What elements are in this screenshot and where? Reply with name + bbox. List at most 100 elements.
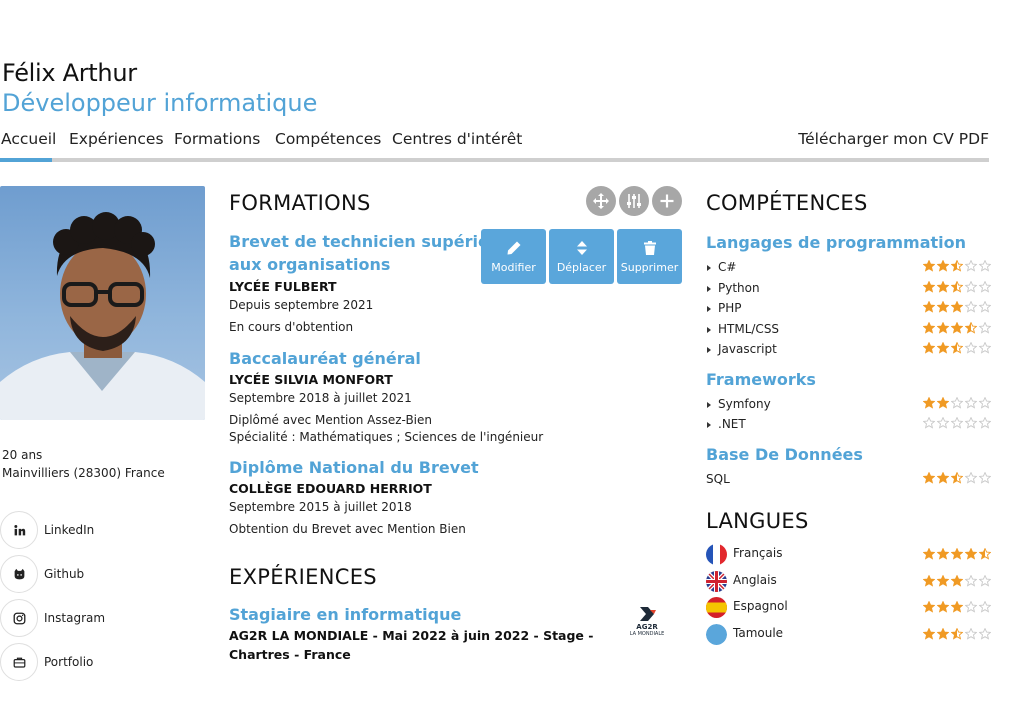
star-icon bbox=[979, 548, 991, 560]
star-icon bbox=[951, 301, 963, 313]
star-icon bbox=[965, 574, 977, 587]
star-icon bbox=[951, 471, 963, 484]
formation-dates: Septembre 2018 à juillet 2021 bbox=[229, 391, 412, 405]
language-name: Tamoule bbox=[733, 625, 784, 640]
nav-experiences[interactable]: Expériences bbox=[69, 130, 164, 148]
star-icon bbox=[937, 601, 949, 613]
language-list: Français Anglais Espagnol Tamoule bbox=[706, 542, 991, 648]
nav-centres-interet[interactable]: Centres d'intérêt bbox=[392, 130, 522, 148]
star-icon bbox=[923, 280, 935, 293]
skill-name: PHP bbox=[706, 301, 742, 315]
star-icon bbox=[951, 601, 963, 613]
star-icon bbox=[937, 471, 949, 484]
star-icon bbox=[951, 627, 963, 640]
star-icon bbox=[937, 417, 949, 429]
skill-rating bbox=[923, 301, 991, 313]
experience-location: Chartres - France bbox=[229, 647, 351, 662]
star-icon bbox=[965, 548, 977, 560]
profile-location: Mainvilliers (28300) France bbox=[2, 466, 165, 480]
sort-arrows-icon bbox=[576, 240, 587, 255]
page-header: Félix Arthur Développeur informatique bbox=[0, 58, 1000, 118]
settings-sliders-icon[interactable] bbox=[619, 186, 649, 216]
skill-row: PHP bbox=[706, 299, 991, 320]
skill-row: Javascript bbox=[706, 340, 991, 361]
move-section-icon[interactable] bbox=[586, 186, 616, 216]
star-icon bbox=[923, 471, 935, 484]
social-portfolio[interactable]: Portfolio bbox=[0, 640, 210, 684]
star-icon bbox=[951, 260, 963, 272]
language-rating bbox=[923, 548, 991, 560]
star-icon bbox=[923, 574, 935, 587]
skill-rating bbox=[923, 321, 991, 334]
star-icon bbox=[923, 417, 935, 429]
star-icon bbox=[965, 321, 977, 334]
social-instagram-label: Instagram bbox=[44, 611, 106, 625]
star-icon bbox=[979, 574, 991, 587]
flag-icon bbox=[706, 597, 727, 618]
star-icon bbox=[965, 471, 977, 484]
skill-name: HTML/CSS bbox=[706, 322, 779, 336]
delete-button[interactable]: Supprimer bbox=[617, 229, 682, 284]
ag2r-logo-subtext: LA MONDIALE bbox=[629, 631, 665, 637]
formation-dates: Septembre 2015 à juillet 2018 bbox=[229, 500, 412, 514]
star-icon bbox=[923, 396, 935, 409]
social-github[interactable]: Github bbox=[0, 552, 210, 596]
formation-title: Baccalauréat général bbox=[229, 349, 421, 368]
nav-competences[interactable]: Compétences bbox=[275, 130, 381, 148]
profile-column: 20 ans Mainvilliers (28300) France Linke… bbox=[0, 186, 210, 684]
social-instagram[interactable]: Instagram bbox=[0, 596, 210, 640]
content-column: FORMATIONS Brevet de technicien supérieu… bbox=[229, 186, 684, 664]
star-icon bbox=[979, 627, 991, 640]
language-row: Espagnol bbox=[706, 595, 991, 622]
star-icon bbox=[951, 321, 963, 334]
language-name: Anglais bbox=[733, 572, 777, 587]
skills-column: COMPÉTENCES Langages de programmation C# P… bbox=[706, 186, 991, 648]
language-row: Tamoule bbox=[706, 622, 991, 649]
skill-name: C# bbox=[706, 260, 736, 274]
move-button[interactable]: Déplacer bbox=[549, 229, 614, 284]
star-icon bbox=[979, 342, 991, 354]
skill-row: Symfony bbox=[706, 395, 991, 416]
star-icon bbox=[937, 627, 949, 640]
modify-button[interactable]: Modifier bbox=[481, 229, 546, 284]
nav-active-indicator bbox=[0, 158, 52, 162]
star-icon bbox=[979, 280, 991, 293]
star-icon bbox=[923, 342, 935, 354]
star-icon bbox=[923, 548, 935, 560]
download-cv-link[interactable]: Télécharger mon CV PDF bbox=[798, 130, 989, 148]
skill-rating bbox=[923, 260, 991, 272]
main-nav: Accueil Expériences Formations Compétenc… bbox=[0, 128, 989, 162]
profile-photo bbox=[0, 186, 205, 420]
nav-formations[interactable]: Formations bbox=[174, 130, 260, 148]
skill-row: SQL bbox=[706, 470, 991, 491]
flag-icon bbox=[706, 544, 727, 565]
github-icon bbox=[0, 555, 38, 593]
star-icon bbox=[979, 417, 991, 429]
skill-name: .NET bbox=[706, 417, 746, 431]
skill-rating bbox=[923, 417, 991, 429]
portfolio-icon bbox=[0, 643, 38, 681]
star-icon bbox=[923, 321, 935, 334]
formation-detail: Spécialité : Mathématiques ; Sciences de… bbox=[229, 430, 544, 444]
star-icon bbox=[923, 627, 935, 640]
star-icon bbox=[923, 260, 935, 272]
star-icon bbox=[965, 301, 977, 313]
flag-icon bbox=[706, 570, 727, 592]
star-icon bbox=[951, 574, 963, 587]
skill-row: C# bbox=[706, 258, 991, 279]
star-icon bbox=[937, 548, 949, 560]
pencil-icon bbox=[507, 241, 520, 254]
skill-name: Python bbox=[706, 281, 760, 295]
item-edit-toolbar: Modifier Déplacer Supprimer bbox=[481, 229, 682, 284]
nav-accueil[interactable]: Accueil bbox=[1, 130, 56, 148]
skill-groups: Langages de programmation C# Python PHP HTML… bbox=[706, 231, 991, 490]
skill-group-title: Base De Données bbox=[706, 444, 863, 464]
skill-rating bbox=[923, 280, 991, 293]
star-icon bbox=[979, 471, 991, 484]
star-icon bbox=[965, 260, 977, 272]
add-item-icon[interactable] bbox=[652, 186, 682, 216]
star-icon bbox=[937, 260, 949, 272]
flag-icon bbox=[706, 623, 727, 645]
delete-button-label: Supprimer bbox=[620, 260, 679, 274]
social-linkedin[interactable]: LinkedIn bbox=[0, 508, 210, 552]
